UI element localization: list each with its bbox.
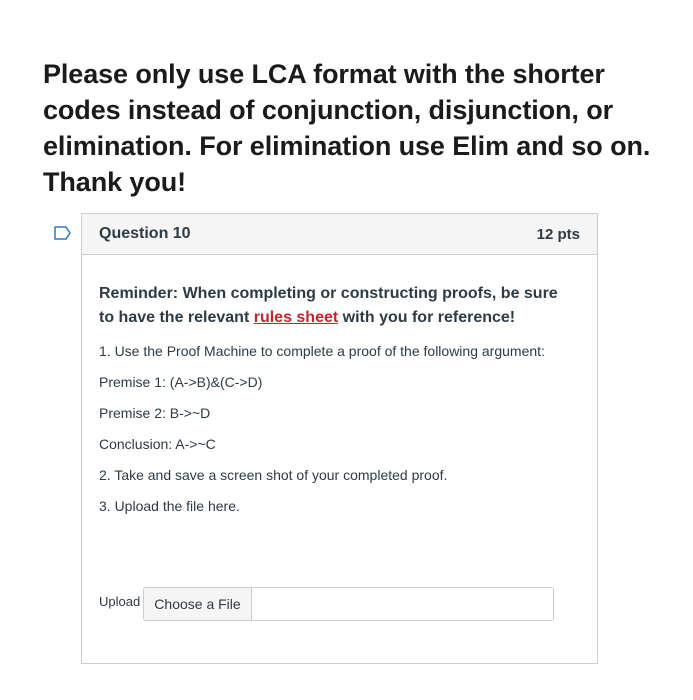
upload-row: Upload Choose a File: [99, 587, 559, 623]
question-header: Question 10 12 pts: [82, 214, 597, 255]
reminder-text: Reminder: When completing or constructin…: [99, 282, 569, 330]
question-card: Question 10 12 pts Reminder: When comple…: [81, 213, 598, 664]
bookmark-flag-icon[interactable]: [54, 226, 72, 240]
file-upload-field[interactable]: Choose a File: [143, 587, 554, 621]
reminder-suffix: with you for reference!: [338, 309, 516, 326]
choose-file-button[interactable]: Choose a File: [144, 588, 252, 620]
instruction-step-2: 2. Take and save a screen shot of your c…: [99, 467, 448, 483]
instruction-text: Please only use LCA format with the shor…: [43, 59, 651, 197]
instruction-step-1: 1. Use the Proof Machine to complete a p…: [99, 343, 545, 359]
upload-label: Upload: [99, 594, 141, 609]
question-title: Question 10: [99, 225, 191, 242]
premise-2: Premise 2: B->~D: [99, 405, 211, 421]
instruction-step-3: 3. Upload the file here.: [99, 498, 240, 514]
question-points: 12 pts: [536, 226, 580, 243]
rules-sheet-link[interactable]: rules sheet: [254, 309, 338, 326]
premise-1: Premise 1: (A->B)&(C->D): [99, 374, 263, 390]
question-body: Reminder: When completing or constructin…: [99, 282, 569, 528]
conclusion: Conclusion: A->~C: [99, 436, 216, 452]
